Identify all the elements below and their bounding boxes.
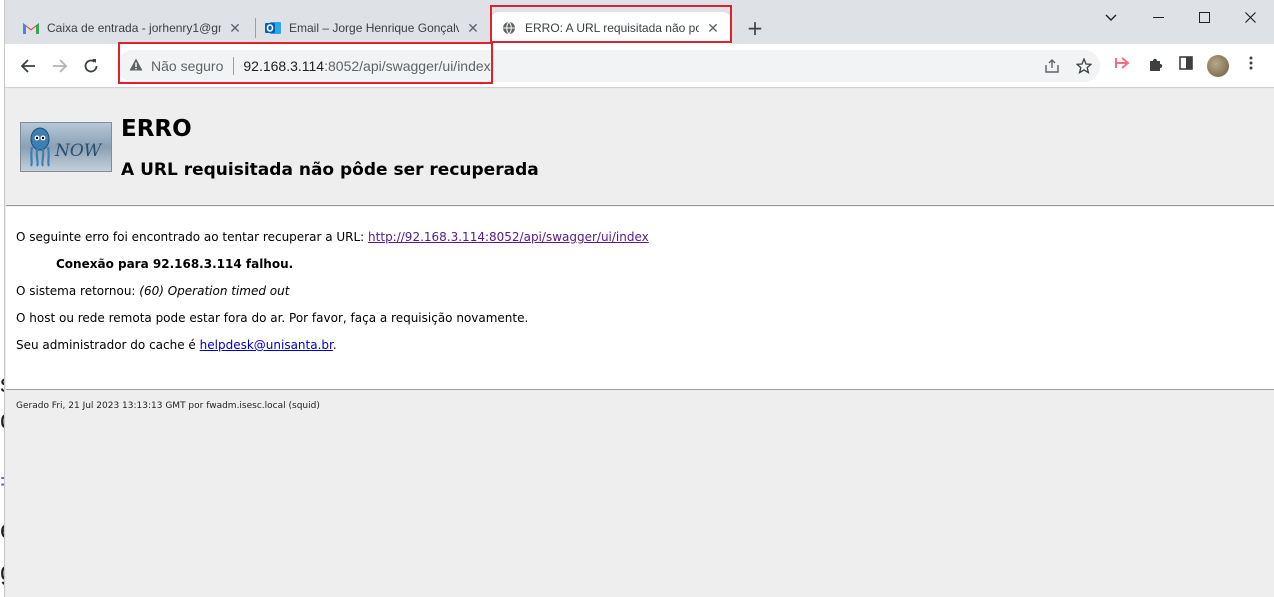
- tab-gmail[interactable]: Caixa de entrada - jorhenry1@gm ✕: [13, 12, 253, 44]
- tab-label: Email – Jorge Henrique Gonçalve: [289, 21, 459, 35]
- close-window-button[interactable]: [1227, 6, 1273, 30]
- share-icon[interactable]: [1042, 58, 1062, 78]
- error-line-system: O sistema retornou: (60) Operation timed…: [16, 284, 289, 298]
- line-text: O seguinte erro foi encontrado ao tentar…: [16, 230, 369, 244]
- reload-button[interactable]: [79, 54, 103, 78]
- tab-label: Caixa de entrada - jorhenry1@gm: [47, 21, 221, 35]
- error-line-admin: Seu administrador do cache é helpdesk@un…: [16, 338, 337, 352]
- chevron-down-icon[interactable]: [1088, 6, 1134, 30]
- squid-logo: NOW: [20, 122, 112, 172]
- forward-button[interactable]: [48, 54, 72, 78]
- menu-icon[interactable]: [1241, 56, 1261, 76]
- gmail-icon: [23, 20, 39, 36]
- error-line-retry: O host ou rede remota pode estar fora do…: [16, 311, 529, 325]
- highlight-address-bar: [118, 42, 493, 84]
- new-tab-button[interactable]: +: [743, 17, 767, 41]
- extension-icon[interactable]: [1112, 56, 1132, 76]
- page-subtitle: A URL requisitada não pôde ser recuperad…: [121, 160, 539, 180]
- browser-toolbar: Não seguro 92.168.3.114:8052/api/swagger…: [5, 42, 1274, 88]
- line-text: .: [332, 338, 337, 352]
- close-icon[interactable]: ✕: [227, 20, 243, 36]
- logo-text: NOW: [55, 141, 102, 161]
- line-text: O sistema retornou:: [16, 284, 140, 298]
- puzzle-icon[interactable]: [1145, 56, 1165, 76]
- error-header: NOW ERRO A URL requisitada não pôde ser …: [6, 89, 1274, 206]
- avatar[interactable]: [1207, 55, 1229, 77]
- star-icon[interactable]: [1074, 57, 1094, 78]
- highlight-tab: [490, 5, 732, 43]
- close-icon[interactable]: ✕: [465, 20, 481, 36]
- tab-strip: Caixa de entrada - jorhenry1@gm ✕ Email …: [5, 0, 1274, 44]
- generated-footer: Gerado Fri, 21 Jul 2023 13:13:13 GMT por…: [16, 401, 320, 411]
- error-line-connection: Conexão para 92.168.3.114 falhou.: [56, 257, 294, 271]
- admin-email-link[interactable]: helpdesk@unisanta.br: [200, 338, 333, 352]
- error-body: O seguinte erro foi encontrado ao tentar…: [6, 207, 1274, 390]
- squid-icon: [29, 127, 51, 167]
- system-error: (60) Operation timed out: [139, 284, 290, 298]
- sidepanel-icon[interactable]: [1176, 56, 1196, 76]
- back-button[interactable]: [16, 54, 40, 78]
- requested-url-link[interactable]: http://92.168.3.114:8052/api/swagger/ui/…: [368, 230, 649, 244]
- line-text: Seu administrador do cache é: [16, 338, 200, 352]
- browser-window: Caixa de entrada - jorhenry1@gm ✕ Email …: [4, 0, 1274, 597]
- tab-outlook[interactable]: Email – Jorge Henrique Gonçalve ✕: [255, 12, 491, 44]
- page-title: ERRO: [121, 116, 192, 142]
- maximize-button[interactable]: [1181, 6, 1227, 30]
- error-page: NOW ERRO A URL requisitada não pôde ser …: [6, 89, 1274, 597]
- error-line-url: O seguinte erro foi encontrado ao tentar…: [16, 230, 649, 244]
- minimize-button[interactable]: [1135, 6, 1181, 30]
- outlook-icon: [265, 20, 281, 36]
